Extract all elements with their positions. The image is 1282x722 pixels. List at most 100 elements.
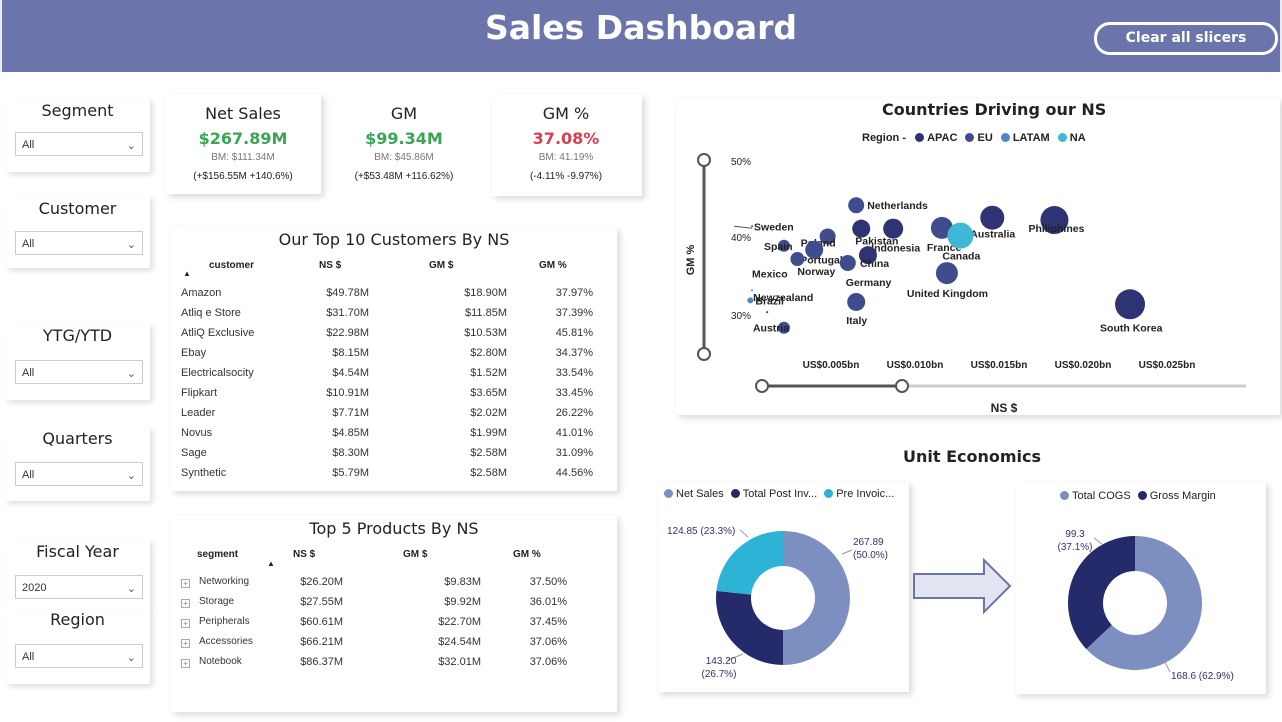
chevron-down-icon: ⌄: [126, 368, 136, 380]
column-header-gm[interactable]: GM $: [403, 549, 427, 560]
gm-benchmark: BM: $45.86M: [374, 152, 434, 163]
scatter-point-south-korea[interactable]: [1115, 289, 1146, 320]
scatter-point-indonesia[interactable]: [883, 218, 904, 239]
net-sales-delta: (+$156.55M +140.6%): [193, 171, 293, 182]
customer-name-cell: Synthetic: [181, 467, 227, 479]
gm-cell: $9.83M: [444, 576, 481, 588]
donut2-slices: [1068, 536, 1202, 670]
segment-dropdown[interactable]: All ⌄: [15, 132, 143, 156]
net-sales-slice[interactable]: [783, 531, 850, 665]
scatter-label-newzealand: Newzealand: [753, 292, 813, 304]
ns-cell: $7.71M: [332, 407, 369, 419]
y-range-slider-handle-bottom[interactable]: [697, 347, 711, 361]
fiscal-year-slicer-title: Fiscal Year: [36, 542, 119, 561]
segment-name-cell: Notebook: [199, 656, 242, 667]
gm-title: GM: [390, 104, 418, 123]
pre-invoice-slice[interactable]: [716, 531, 783, 595]
segment-name-cell: Networking: [199, 576, 250, 587]
region-dropdown[interactable]: All ⌄: [15, 644, 143, 668]
customer-dropdown[interactable]: All ⌄: [15, 231, 143, 255]
ns-cell: $4.54M: [332, 367, 369, 379]
gm-pct-cell: 37.06%: [529, 636, 567, 648]
column-header-gm[interactable]: GM $: [429, 260, 453, 271]
x-range-slider-handle-left[interactable]: [755, 379, 769, 393]
gm-cell: $9.92M: [444, 596, 481, 608]
scatter-point-newzealand[interactable]: [766, 311, 769, 314]
top-products-title: Top 5 Products By NS: [309, 519, 479, 538]
column-header-gm-pct[interactable]: GM %: [539, 260, 567, 271]
expand-plus-icon[interactable]: +: [181, 639, 190, 648]
ns-cell: $60.61M: [300, 616, 343, 628]
ns-cell: $49.78M: [326, 287, 369, 299]
countries-scatter-card: Countries Driving our NS Region - APAC E…: [676, 98, 1280, 415]
scatter-point-australia[interactable]: [980, 205, 1005, 230]
fiscal-year-slicer: Fiscal Year 2020 ⌄: [5, 540, 150, 610]
customer-name-cell: Amazon: [181, 287, 222, 299]
net-sales-donut-chart[interactable]: 267.89 (50.0%) 143.20 (26.7%) 124.85 (23…: [658, 482, 909, 692]
scatter-point-mexico[interactable]: [751, 289, 754, 292]
gross-margin-donut-chart[interactable]: 99.3 (37.1%) 168.6 (62.9%): [1016, 482, 1266, 694]
segment-name-cell: Accessories: [199, 636, 253, 647]
column-header-segment[interactable]: segment: [197, 549, 238, 560]
ytg-ytd-dropdown[interactable]: All ⌄: [15, 360, 143, 384]
dashboard-canvas: Segment All ⌄ Customer All ⌄ YTG/YTD All…: [0, 72, 1282, 722]
x-range-slider-handle-right[interactable]: [895, 379, 909, 393]
leader-line: [841, 549, 853, 555]
gm-cell: $2.58M: [470, 467, 507, 479]
gm-pct-cell: 33.45%: [555, 387, 593, 399]
ns-cell: $8.15M: [332, 347, 369, 359]
sort-ascending-icon[interactable]: ▲: [267, 559, 275, 568]
customer-name-cell: AtliQ Exclusive: [181, 327, 255, 339]
expand-plus-icon[interactable]: +: [181, 579, 190, 588]
scatter-label-italy: Italy: [846, 315, 867, 327]
ytg-ytd-slicer: YTG/YTD All ⌄: [5, 324, 150, 400]
leader-line: [1093, 537, 1103, 545]
column-header-customer[interactable]: customer: [209, 260, 254, 271]
scatter-point-united-kingdom[interactable]: [935, 262, 958, 285]
customer-slicer: Customer All ⌄: [5, 196, 150, 268]
gm-cell: $11.85M: [465, 307, 507, 319]
expand-plus-icon[interactable]: +: [181, 659, 190, 668]
sort-ascending-icon[interactable]: ▲: [183, 269, 191, 278]
scatter-point-norway[interactable]: [790, 252, 805, 267]
column-header-ns[interactable]: NS $: [293, 549, 315, 560]
net-sales-title: Net Sales: [205, 104, 281, 123]
x-tick-0010: US$0.010bn: [887, 360, 944, 371]
scatter-point-germany[interactable]: [839, 254, 856, 271]
x-tick-0015: US$0.015bn: [971, 360, 1028, 371]
column-header-ns[interactable]: NS $: [319, 260, 341, 271]
region-dropdown-value: All: [22, 651, 35, 663]
gm-pct-value: 37.08%: [532, 129, 600, 148]
gm-pct-cell: 41.01%: [555, 427, 593, 439]
clear-all-slicers-button[interactable]: Clear all slicers: [1094, 22, 1278, 55]
scatter-plot[interactable]: GM % 50% 40% 30% US$0.005bn US$0.010bn U…: [676, 98, 1280, 415]
y-range-slider-handle-top[interactable]: [697, 153, 711, 167]
top-customers-table: Our Top 10 Customers By NS customer ▲ NS…: [171, 227, 617, 491]
quarters-dropdown[interactable]: All ⌄: [15, 462, 143, 486]
post-invoice-slice[interactable]: [716, 590, 784, 665]
gm-pct-benchmark: BM: 41.19%: [538, 152, 594, 163]
fiscal-year-dropdown[interactable]: 2020 ⌄: [15, 575, 143, 599]
ns-cell: $27.55M: [300, 596, 343, 608]
scatter-point-sweden[interactable]: [751, 225, 754, 228]
gm-cell: $32.01M: [438, 656, 481, 668]
post-invoice-pct-label: (26.7%): [701, 669, 736, 680]
gm-pct-cell: 36.01%: [529, 596, 567, 608]
column-header-gm-pct[interactable]: GM %: [513, 549, 541, 560]
y-tick-40: 40%: [731, 233, 751, 244]
scatter-label-australia: Australia: [970, 229, 1015, 241]
gm-pct-cell: 34.37%: [555, 347, 593, 359]
scatter-label-austria: Austria: [753, 323, 789, 335]
expand-plus-icon[interactable]: +: [181, 599, 190, 608]
gm-cell: $24.54M: [438, 636, 481, 648]
customer-name-cell: Electricalsocity: [181, 367, 254, 379]
expand-plus-icon[interactable]: +: [181, 619, 190, 628]
customer-name-cell: Ebay: [181, 347, 207, 359]
scatter-label-sweden: Sweden: [754, 221, 794, 233]
y-axis-title: GM %: [685, 245, 697, 276]
scatter-point-italy[interactable]: [847, 292, 866, 311]
scatter-point-canada[interactable]: [947, 222, 974, 249]
scatter-point-netherlands[interactable]: [848, 197, 865, 214]
gm-pct-cell: 44.56%: [555, 467, 593, 479]
gm-cell: $10.53M: [464, 327, 507, 339]
